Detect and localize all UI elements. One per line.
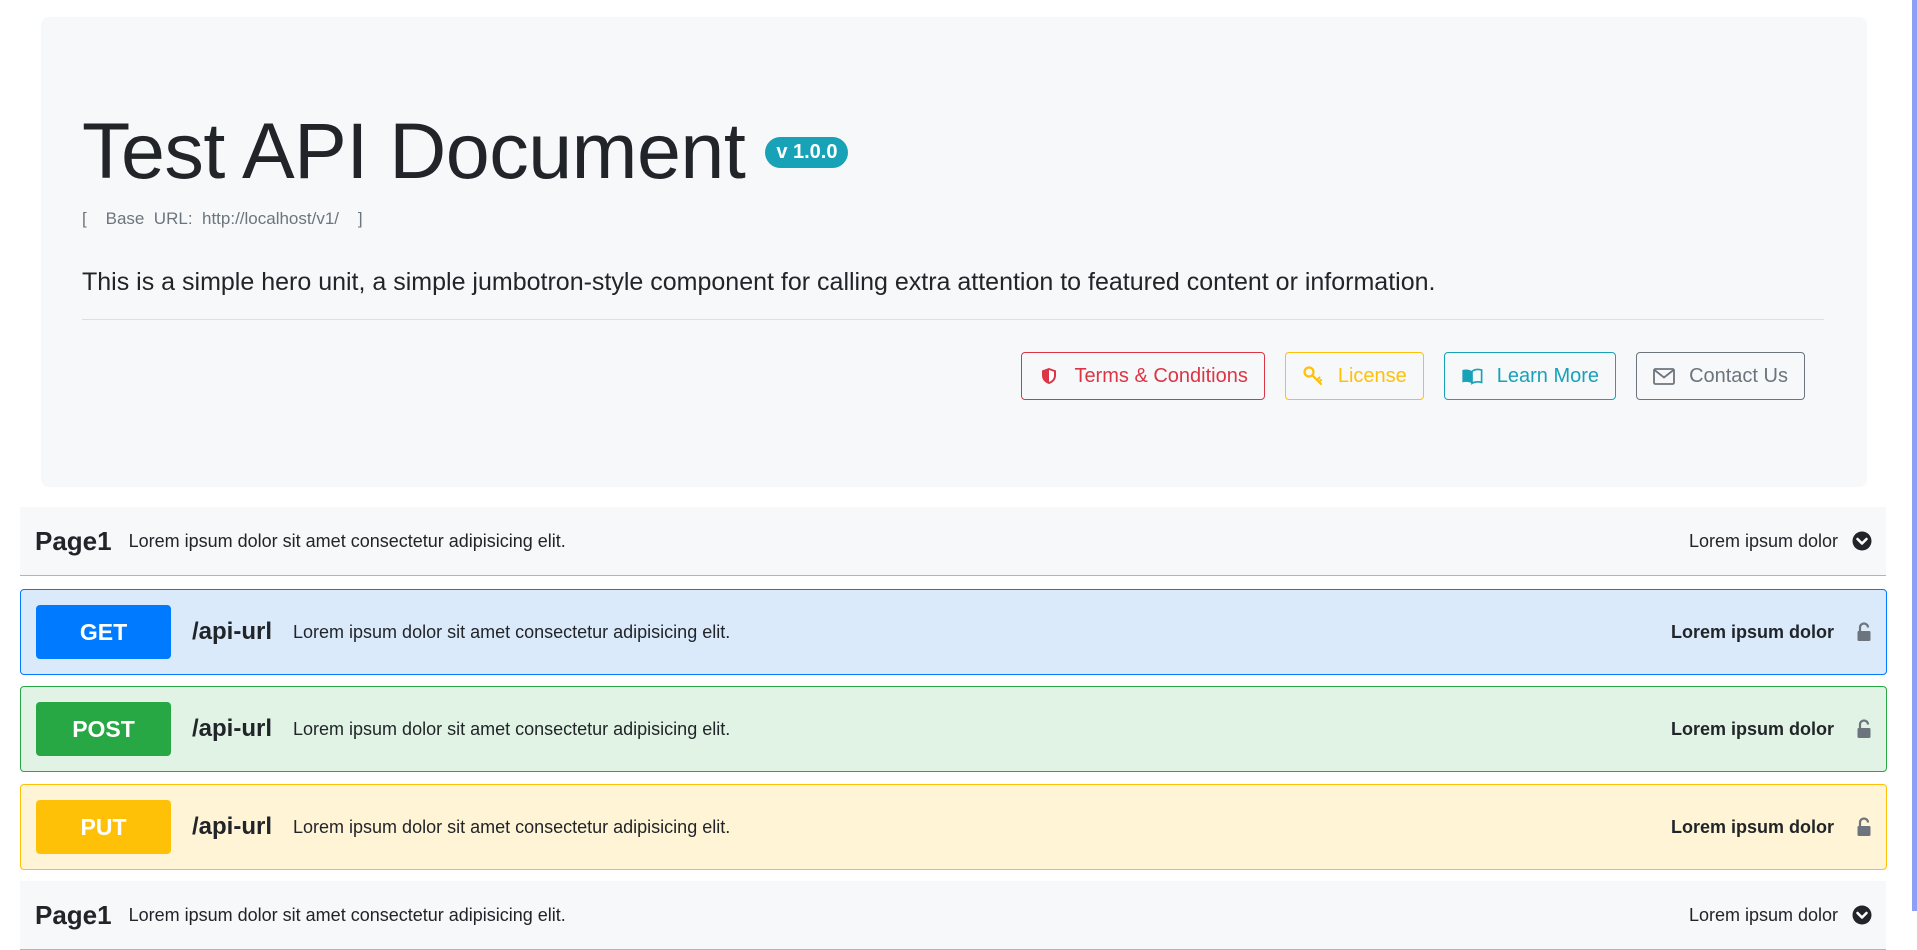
section-header[interactable]: Page1 Lorem ipsum dolor sit amet consect… (20, 507, 1886, 576)
section-header[interactable]: Page1 Lorem ipsum dolor sit amet consect… (20, 881, 1886, 950)
divider (82, 319, 1824, 320)
section-name: Page1 (35, 899, 112, 930)
section-right: Lorem ipsum dolor (1689, 905, 1886, 926)
operation-right: Lorem ipsum dolor (1671, 817, 1886, 838)
operation-path: /api-url (192, 618, 273, 645)
contact-button[interactable]: Contact Us (1636, 352, 1805, 400)
license-button[interactable]: License (1284, 352, 1424, 400)
operation-description: Lorem ipsum dolor sit amet consectetur a… (293, 816, 731, 837)
operation-path: /api-url (192, 813, 273, 840)
method-badge-put: PUT (36, 800, 171, 854)
book-icon (1461, 365, 1483, 387)
contact-label: Contact Us (1689, 364, 1788, 387)
method-badge-post: POST (36, 702, 171, 756)
terms-button[interactable]: Terms & Conditions (1021, 352, 1265, 400)
operation-path: /api-url (192, 715, 273, 742)
license-label: License (1337, 364, 1407, 387)
section-right-label: Lorem ipsum dolor (1688, 530, 1838, 551)
title-row: Test API Document v 1.0.0 (82, 105, 849, 197)
section-description: Lorem ipsum dolor sit amet consectetur a… (128, 530, 566, 551)
base-url: [ Base URL: http://localhost/v1/ ] (82, 209, 363, 228)
section-right: Lorem ipsum dolor (1689, 531, 1886, 552)
unlock-icon[interactable] (1856, 622, 1872, 642)
operation-right-label: Lorem ipsum dolor (1670, 816, 1834, 837)
operation-row-get[interactable]: GET /api-url Lorem ipsum dolor sit amet … (20, 589, 1887, 675)
action-buttons: Terms & Conditions License Learn More Co… (1021, 352, 1805, 400)
page-title: Test API Document (82, 106, 746, 195)
section-description: Lorem ipsum dolor sit amet consectetur a… (128, 904, 566, 925)
learn-more-button[interactable]: Learn More (1443, 352, 1617, 400)
learn-more-label: Learn More (1496, 364, 1600, 387)
section-right-label: Lorem ipsum dolor (1688, 904, 1838, 925)
operation-right: Lorem ipsum dolor (1671, 622, 1886, 643)
chevron-circle-down-icon[interactable] (1852, 905, 1872, 925)
operation-right: Lorem ipsum dolor (1671, 719, 1886, 740)
operation-right-label: Lorem ipsum dolor (1670, 718, 1834, 739)
hero-jumbotron: Test API Document v 1.0.0 [ Base URL: ht… (41, 17, 1867, 487)
operation-right-label: Lorem ipsum dolor (1670, 621, 1834, 642)
operation-description: Lorem ipsum dolor sit amet consectetur a… (293, 718, 731, 739)
key-icon (1302, 365, 1324, 387)
envelope-icon (1653, 365, 1675, 387)
terms-label: Terms & Conditions (1074, 364, 1248, 387)
chevron-circle-down-icon[interactable] (1852, 531, 1872, 551)
shield-icon (1038, 365, 1060, 387)
operation-row-put[interactable]: PUT /api-url Lorem ipsum dolor sit amet … (20, 784, 1887, 870)
method-badge-get: GET (36, 605, 171, 659)
scrollbar[interactable] (1912, 0, 1917, 911)
lead-text: This is a simple hero unit, a simple jum… (82, 268, 1436, 296)
section-name: Page1 (35, 525, 112, 556)
unlock-icon[interactable] (1856, 817, 1872, 837)
operation-row-post[interactable]: POST /api-url Lorem ipsum dolor sit amet… (20, 686, 1887, 772)
unlock-icon[interactable] (1856, 719, 1872, 739)
version-badge: v 1.0.0 (765, 137, 849, 168)
operation-description: Lorem ipsum dolor sit amet consectetur a… (293, 621, 731, 642)
